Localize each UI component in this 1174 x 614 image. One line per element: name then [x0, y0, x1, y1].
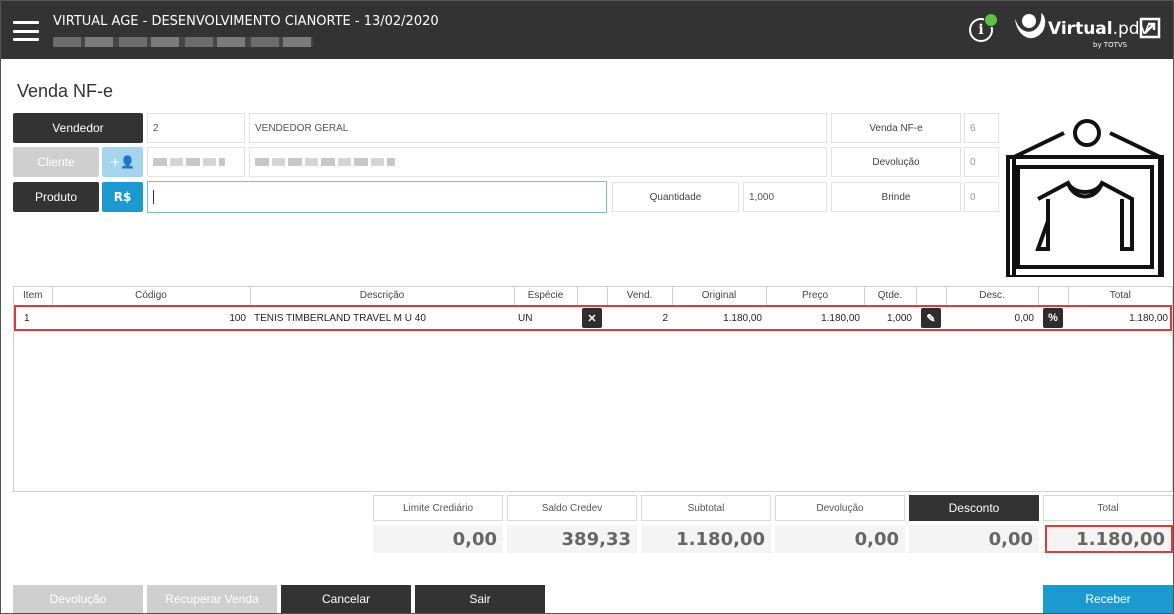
- subtotal-label: Subtotal: [641, 495, 771, 521]
- venda-nfe-count: 6: [964, 113, 999, 143]
- online-status-icon: [984, 13, 998, 27]
- cancelar-button[interactable]: Cancelar: [281, 585, 411, 613]
- logo-subtext: by TOTVS: [1093, 41, 1128, 49]
- devolucao-label: Devolução: [831, 147, 961, 177]
- edit-pencil-icon[interactable]: ✎: [921, 308, 941, 329]
- percent-discount-icon[interactable]: %: [1043, 308, 1063, 329]
- top-bar: VIRTUAL AGE - DESENVOLVIMENTO CIANORTE -…: [1, 1, 1173, 59]
- cell-desc: 0,00: [1014, 312, 1034, 324]
- redacted-subtitle: [53, 37, 313, 47]
- menu-icon[interactable]: [13, 21, 39, 41]
- expand-window-icon[interactable]: [1139, 17, 1161, 39]
- vendedor-button[interactable]: Vendedor: [13, 113, 143, 143]
- produto-input[interactable]: [147, 181, 607, 213]
- saldo-credev-label: Saldo Credev: [507, 495, 637, 521]
- col-original[interactable]: Original: [672, 287, 767, 306]
- devolucao-total-label: Devolução: [775, 495, 905, 521]
- desconto-button[interactable]: Desconto: [909, 495, 1039, 521]
- vendedor-code-field[interactable]: 2: [147, 113, 245, 143]
- items-table: Item Código Descrição Espécie Vend. Orig…: [13, 286, 1173, 492]
- venda-nfe-label: Venda NF-e: [831, 113, 961, 143]
- brinde-count: 0: [964, 182, 999, 212]
- col-vend[interactable]: Vend.: [607, 287, 673, 306]
- cell-original: 1.180,00: [723, 312, 762, 324]
- cell-preco: 1.180,00: [821, 312, 860, 324]
- subtotal-value: 1.180,00: [641, 525, 771, 553]
- col-edit: [916, 287, 947, 306]
- col-preco[interactable]: Preço: [766, 287, 865, 306]
- text-cursor: [153, 190, 154, 204]
- cell-especie: UN: [518, 312, 533, 324]
- col-descricao[interactable]: Descrição: [250, 287, 515, 306]
- page-title: Venda NF-e: [17, 81, 114, 101]
- vendedor-name-field: VENDEDOR GERAL: [249, 113, 827, 143]
- cliente-code-field[interactable]: [147, 147, 245, 177]
- table-row[interactable]: 1 100 TENIS TIMBERLAND TRAVEL M U 40 UN …: [14, 305, 1172, 331]
- col-desc[interactable]: Desc.: [946, 287, 1039, 306]
- cell-codigo: 100: [229, 312, 246, 324]
- quantidade-label: Quantidade: [612, 182, 739, 212]
- total-label: Total: [1043, 495, 1173, 521]
- cell-descricao: TENIS TIMBERLAND TRAVEL M U 40: [254, 312, 426, 324]
- brinde-label: Brinde: [831, 182, 961, 212]
- price-lookup-button[interactable]: R$: [102, 182, 143, 212]
- col-item[interactable]: Item: [14, 287, 53, 306]
- redacted-client-name: [255, 158, 395, 166]
- limite-crediario-label: Limite Crediário: [373, 495, 503, 521]
- saldo-credev-value: 389,33: [507, 525, 637, 553]
- add-client-button[interactable]: +👤: [102, 147, 143, 177]
- devolucao-total-value: 0,00: [775, 525, 905, 553]
- cell-qtde: 1,000: [886, 312, 912, 324]
- col-especie[interactable]: Espécie: [514, 287, 578, 306]
- col-total[interactable]: Total: [1068, 287, 1172, 306]
- col-qtde[interactable]: Qtde.: [864, 287, 917, 306]
- cell-total: 1.180,00: [1129, 312, 1168, 324]
- cliente-button[interactable]: Cliente: [13, 147, 99, 177]
- total-value: 1.180,00: [1045, 525, 1173, 553]
- cell-remove: ✕: [577, 305, 607, 331]
- cell-item: 1: [24, 312, 30, 324]
- col-remove: [577, 287, 608, 306]
- produto-button[interactable]: Produto: [13, 182, 99, 212]
- desconto-value: 0,00: [909, 525, 1039, 553]
- cell-percent: %: [1038, 305, 1068, 331]
- devolucao-count: 0: [964, 147, 999, 177]
- logo-text: Virtual.pdv: [1048, 19, 1150, 39]
- cell-vend: 2: [662, 312, 668, 324]
- app-title: VIRTUAL AGE - DESENVOLVIMENTO CIANORTE -…: [53, 14, 439, 29]
- cliente-name-field: [249, 147, 827, 177]
- limite-crediario-value: 0,00: [373, 525, 503, 553]
- col-codigo[interactable]: Código: [52, 287, 251, 306]
- quantidade-input[interactable]: 1,000: [743, 182, 827, 212]
- col-percent: [1038, 287, 1069, 306]
- cell-edit: ✎: [916, 305, 946, 331]
- receber-button[interactable]: Receber: [1043, 585, 1173, 613]
- redacted-client-code: [153, 158, 225, 166]
- remove-item-icon[interactable]: ✕: [582, 308, 602, 329]
- app-window: VIRTUAL AGE - DESENVOLVIMENTO CIANORTE -…: [0, 0, 1174, 614]
- product-tag-icon: [1006, 119, 1164, 277]
- sair-button[interactable]: Sair: [415, 585, 545, 613]
- devolucao-button[interactable]: Devolução: [13, 585, 143, 613]
- recuperar-venda-button[interactable]: Recuperar Venda: [147, 585, 277, 613]
